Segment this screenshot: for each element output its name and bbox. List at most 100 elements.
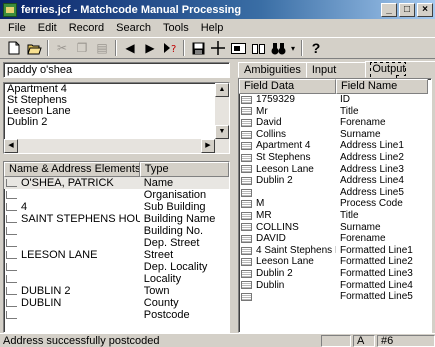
window-title: ferries.jcf - Matchcode Manual Processin… [21,3,242,16]
field-name: Surname [340,221,381,233]
output-row[interactable]: Apartment 4 Address Line1 [239,140,431,152]
element-type: Sub Building [143,201,206,213]
crosshair-icon[interactable] [208,39,228,57]
field-icon [241,246,252,255]
save-icon[interactable] [188,39,208,57]
column-header-type[interactable]: Type [139,162,229,177]
element-row[interactable]: Dep. Street [4,237,229,249]
match-icon[interactable] [228,39,248,57]
address-line: Dublin 2 [7,116,48,128]
menu-edit[interactable]: Edit [32,22,63,34]
address-vertical-scrollbar[interactable]: ▲ ▼ [215,83,229,153]
scroll-left-button[interactable]: ◀ [4,139,18,153]
field-name: Title [340,209,359,221]
output-row[interactable]: Collins Surname [239,129,431,141]
output-row[interactable]: Leeson Lane Formatted Line2 [239,256,431,268]
help-icon[interactable]: ? [306,39,326,57]
search-input[interactable]: paddy o'shea [3,62,230,78]
output-row[interactable]: St Stephens Address Line2 [239,152,431,164]
output-row[interactable]: Mr Title [239,106,431,118]
field-data: Leeson Lane [256,163,314,175]
element-row[interactable]: LEESON LANE Street [4,249,229,261]
menu-help[interactable]: Help [195,22,230,34]
element-row[interactable]: SAINT STEPHENS HOUSEBuilding Name [4,213,229,225]
element-row[interactable]: DUBLIN 2 Town [4,285,229,297]
element-type: Postcode [143,309,190,321]
output-row[interactable]: Address Line5 [239,187,431,199]
status-cell [321,334,351,347]
element-row[interactable]: DUBLIN County [4,297,229,309]
element-row[interactable]: Building No. [4,225,229,237]
row-marker-icon [6,203,17,211]
scroll-down-button[interactable]: ▼ [215,125,229,139]
paste-icon[interactable]: ▤ [92,39,112,57]
field-icon [241,269,252,278]
row-marker-icon [6,227,17,235]
menu-bar: File Edit Record Search Tools Help [0,19,435,37]
output-row[interactable]: 1759329 ID [239,94,431,106]
element-value: SAINT STEPHENS HOUSE [21,213,140,225]
scroll-right-button[interactable]: ▶ [201,139,215,153]
output-row[interactable]: Dublin 2 Formatted Line3 [239,268,431,280]
output-row[interactable]: Formatted Line5 [239,291,431,303]
field-name: Forename [340,117,386,129]
previous-record-icon[interactable]: ◀ [120,39,140,57]
output-row[interactable]: 4 Saint Stephens Hse Formatted Line1 [239,245,431,257]
minimize-button[interactable]: _ [381,2,397,17]
output-row[interactable]: MR Title [239,210,431,222]
address-textarea[interactable]: Apartment 4 St Stephens Leeson Lane Dubl… [3,82,230,154]
element-type: Dep. Locality [143,261,208,273]
scroll-up-button[interactable]: ▲ [215,83,229,97]
cut-icon[interactable]: ✂ [52,39,72,57]
binoculars-icon[interactable] [268,39,288,57]
copy-icon[interactable]: ❐ [72,39,92,57]
output-row[interactable]: David Forename [239,117,431,129]
menu-search[interactable]: Search [110,22,157,34]
output-row[interactable]: M Process Code [239,198,431,210]
row-marker-icon [6,239,17,247]
close-button[interactable]: × [417,2,433,17]
output-row[interactable]: Leeson Lane Address Line3 [239,164,431,176]
open-folder-icon[interactable] [24,39,44,57]
status-message: Address successfully postcoded [3,334,160,347]
output-row[interactable]: DAVID Forename [239,233,431,245]
field-data: St Stephens [256,151,311,163]
new-document-icon[interactable] [4,39,24,57]
field-data: COLLINS [256,221,299,233]
next-record-icon[interactable]: ▶ [140,39,160,57]
tab-output-data[interactable]: Output Data [365,61,435,90]
field-data: M [256,198,265,210]
field-data: 4 Saint Stephens Hse [256,244,336,256]
toolbar-separator [183,40,185,56]
field-icon [241,281,252,290]
element-row[interactable]: O'SHEA, PATRICK Name [4,177,229,189]
book-icon[interactable] [248,39,268,57]
tab-input-data[interactable]: Input Data [305,62,367,90]
element-type: Dep. Street [143,237,200,249]
menu-tools[interactable]: Tools [157,22,195,34]
field-name: Forename [340,233,386,245]
element-row[interactable]: Postcode [4,309,229,321]
output-row[interactable]: COLLINS Surname [239,222,431,234]
element-row[interactable]: 4 Sub Building [4,201,229,213]
title-bar: ferries.jcf - Matchcode Manual Processin… [0,0,435,19]
goto-record-icon[interactable]: ? [160,39,180,57]
field-data: 1759329 [256,94,295,105]
dropdown-arrow-icon[interactable]: ▾ [288,39,298,57]
menu-record[interactable]: Record [63,22,110,34]
column-header-field-data[interactable]: Field Data [239,79,336,94]
address-horizontal-scrollbar[interactable]: ◀ ▶ [4,139,215,153]
maximize-button[interactable]: □ [399,2,415,17]
output-row[interactable]: Dublin Formatted Line4 [239,280,431,292]
column-header-field-name[interactable]: Field Name [336,79,428,94]
element-type: Name [139,177,229,189]
field-data: DAVID [256,233,286,245]
tab-ambiguities[interactable]: Ambiguities [238,62,307,78]
column-header-elements[interactable]: Name & Address Elements [4,162,140,177]
menu-file[interactable]: File [2,22,32,34]
element-row[interactable]: Dep. Locality [4,261,229,273]
field-icon [241,118,252,127]
output-row[interactable]: Dublin 2 Address Line4 [239,175,431,187]
element-row[interactable]: Organisation [4,189,229,201]
element-row[interactable]: Locality [4,273,229,285]
